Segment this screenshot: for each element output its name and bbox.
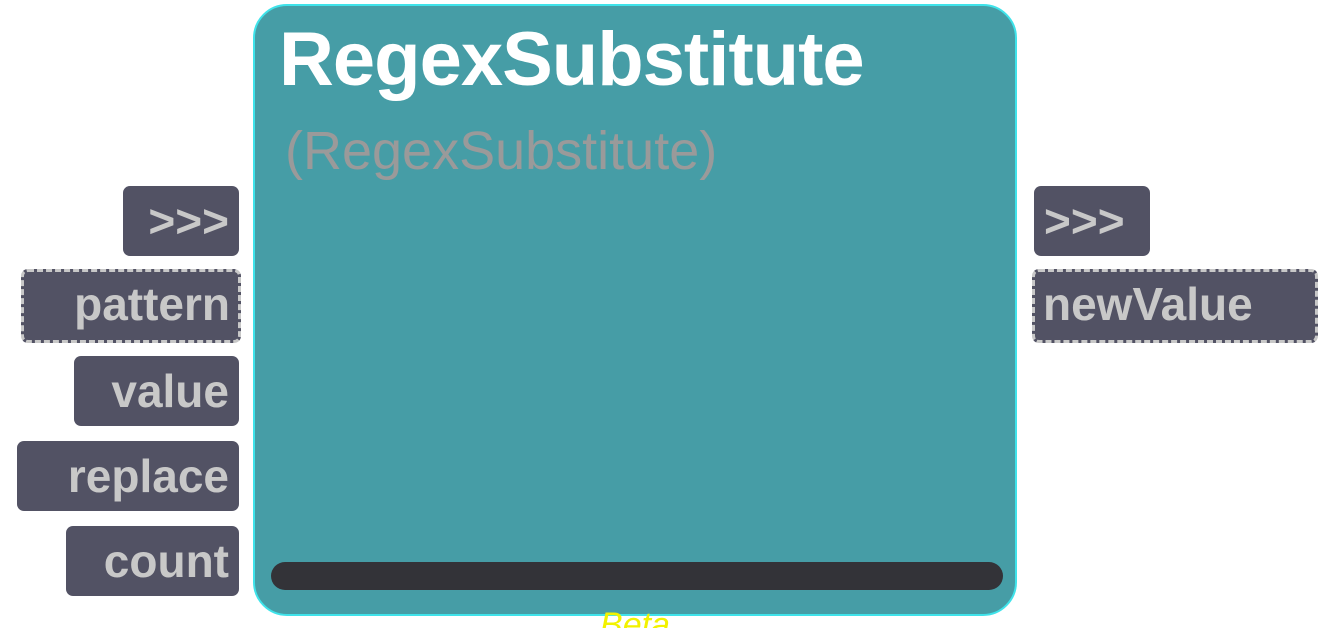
regex-substitute-node[interactable]: RegexSubstitute (RegexSubstitute) (253, 4, 1017, 616)
node-progress-bar (271, 562, 1003, 590)
input-port-value[interactable]: value (74, 356, 239, 426)
input-port-pattern[interactable]: pattern (21, 269, 241, 343)
output-port-newvalue[interactable]: newValue (1032, 269, 1318, 343)
node-subtitle: (RegexSubstitute) (285, 121, 718, 181)
input-port-replace[interactable]: replace (17, 441, 239, 511)
input-port-exec[interactable]: >>> (123, 186, 239, 256)
beta-label: Beta (600, 606, 670, 628)
input-port-count[interactable]: count (66, 526, 239, 596)
output-port-exec[interactable]: >>> (1034, 186, 1150, 256)
node-canvas: >>> pattern value replace count RegexSub… (0, 0, 1339, 628)
node-title: RegexSubstitute (279, 17, 865, 102)
